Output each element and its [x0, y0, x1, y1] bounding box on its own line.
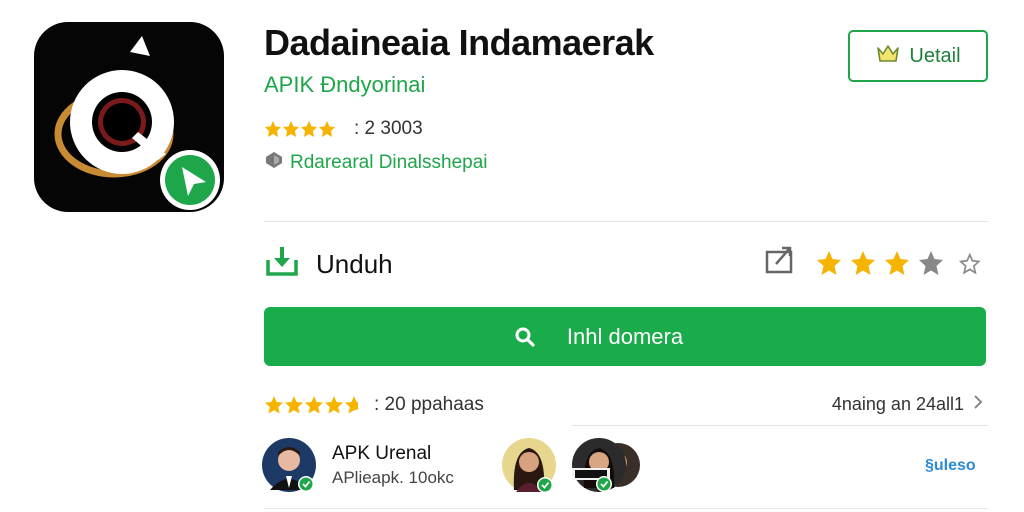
crown-icon	[875, 42, 901, 70]
app-rating: : 2 3003	[264, 118, 423, 140]
reviews-summary: : 20 ppahaas	[264, 394, 484, 416]
user-rating[interactable]	[764, 244, 996, 281]
chevron-right-icon	[972, 394, 984, 415]
download-link[interactable]: Unduh	[264, 244, 393, 285]
rating-count: : 2 3003	[354, 118, 423, 139]
search-action-button[interactable]: Inhl domera	[264, 307, 986, 366]
author-name: APK Urenal	[332, 443, 432, 464]
share-icon[interactable]	[764, 244, 798, 281]
more-link[interactable]: §uleso	[925, 457, 976, 475]
shield-icon	[264, 150, 284, 176]
download-icon	[264, 244, 300, 285]
avatar-group[interactable]	[572, 438, 640, 492]
ratings-link[interactable]: 4naing an 24all1	[832, 394, 984, 415]
rating-stars	[264, 120, 346, 138]
ratings-link-label: 4naing an 24all1	[831, 394, 964, 414]
search-action-label: Inhl domera	[566, 323, 684, 349]
app-title: Dadaineaia Indamaerak	[264, 22, 654, 63]
divider	[572, 425, 988, 426]
detail-button[interactable]: Uetail	[848, 30, 988, 82]
divider	[264, 508, 988, 509]
divider	[264, 221, 988, 222]
developer-name[interactable]: APIK Đndyorinai	[264, 72, 425, 98]
author-subtitle: APlieapk. 10okc	[332, 468, 454, 487]
reviews-count: : 20 ppahaas	[374, 394, 484, 415]
detail-button-label: Uetail	[909, 44, 961, 67]
avatar[interactable]	[262, 438, 316, 492]
app-icon	[34, 22, 224, 212]
category-label: Rdarearal Dinalsshepai	[290, 152, 488, 173]
category[interactable]: Rdarearal Dinalsshepai	[264, 150, 488, 176]
avatar[interactable]	[502, 438, 556, 493]
download-label: Unduh	[316, 249, 393, 279]
search-icon	[514, 326, 536, 354]
user-rating-stars[interactable]	[808, 248, 996, 278]
reviews-stars	[265, 396, 358, 414]
